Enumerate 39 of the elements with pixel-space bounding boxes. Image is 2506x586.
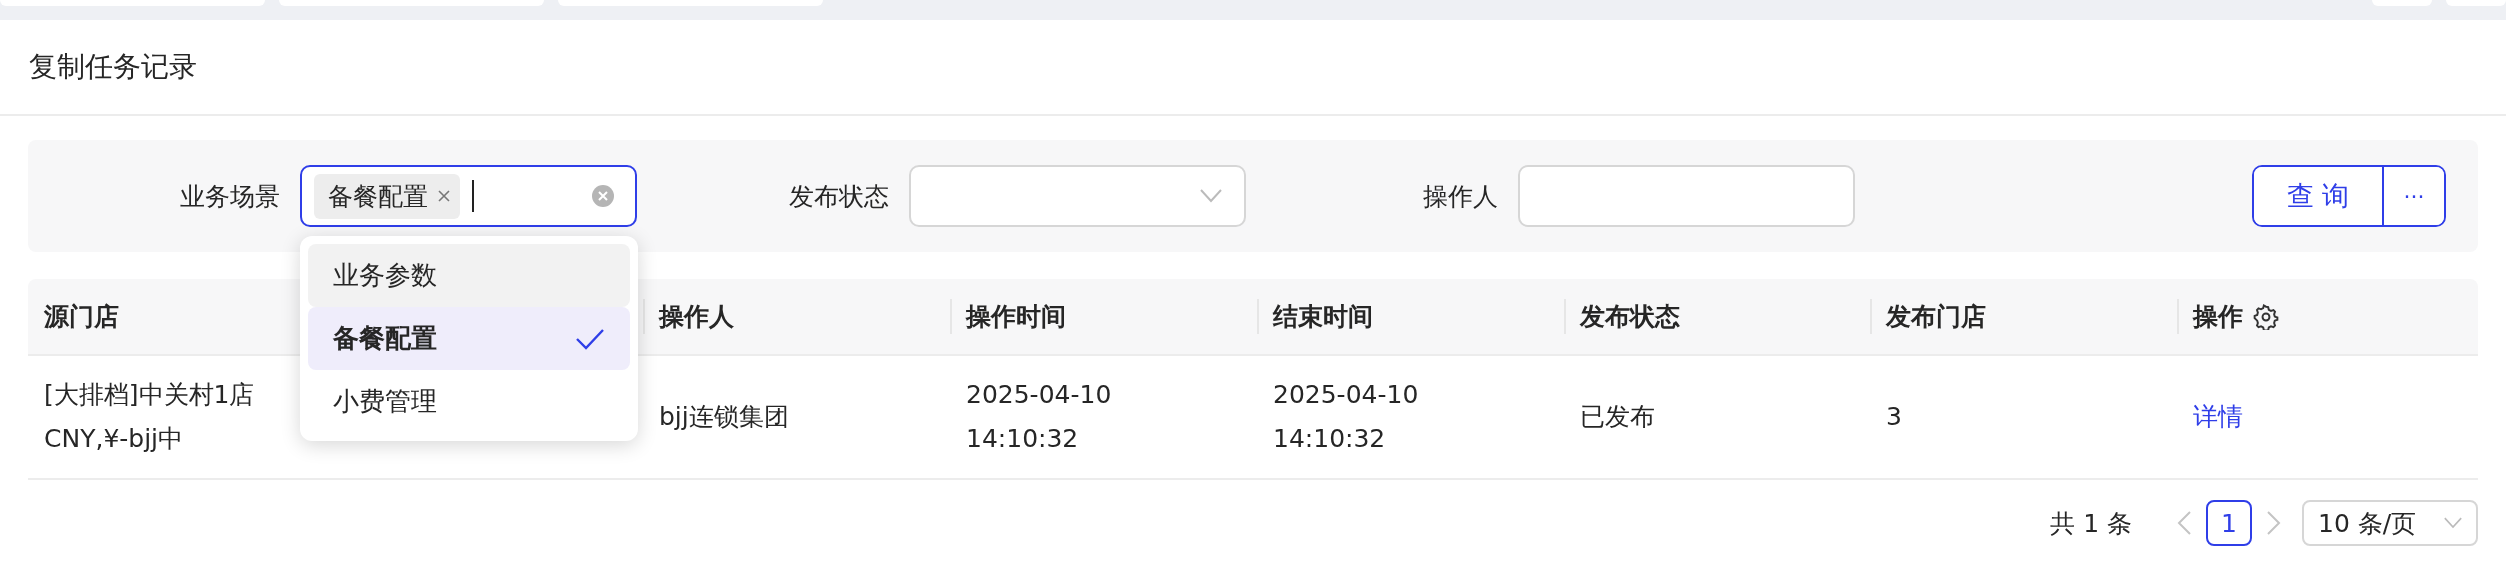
previous-page-icon[interactable] xyxy=(2176,510,2192,536)
filter-label: 业务场景 xyxy=(179,180,281,213)
table-cell-text: 2025-04-10 14:10:32 xyxy=(1273,379,1419,455)
close-icon[interactable] xyxy=(436,188,452,204)
filter-label: 发布状态 xyxy=(788,180,890,213)
dropdown-option[interactable]: 小费管理 xyxy=(308,370,630,433)
table-cell-text: 2025-04-10 14:10:32 xyxy=(966,379,1112,455)
total-count: 共 1 条 xyxy=(2050,507,2132,540)
selected-tag: 备餐配置 xyxy=(314,173,460,219)
chevron-down-icon xyxy=(1200,189,1222,203)
page-title: 复制任务记录 xyxy=(29,49,197,85)
page-button[interactable]: 1 xyxy=(2206,500,2252,546)
table-cell-text: 已发布 xyxy=(1580,401,1655,433)
table-cell-text: [大排档]中关村1店 CNY,¥-bjj中 xyxy=(44,379,255,455)
select-field[interactable] xyxy=(909,165,1246,227)
clear-icon[interactable] xyxy=(591,184,615,208)
query-button[interactable]: 查 询 xyxy=(2254,167,2382,225)
column-header: 发布门店 xyxy=(1886,301,1986,333)
column-header: 结束时间 xyxy=(1273,301,1373,333)
tag-select-field[interactable]: 备餐配置 xyxy=(300,165,637,227)
column-header: 操作 xyxy=(2193,301,2243,333)
column-header: 源门店 xyxy=(44,301,119,333)
more-button[interactable]: ··· xyxy=(2382,167,2444,225)
table-cell-text: 3 xyxy=(1886,401,1902,433)
settings-icon[interactable] xyxy=(2253,303,2279,330)
column-header: 发布状态 xyxy=(1580,301,1680,333)
table-cell-text: bjj连锁集团 xyxy=(659,401,789,433)
column-header: 操作人 xyxy=(659,301,734,333)
filter-label: 操作人 xyxy=(1422,180,1499,213)
input-field[interactable] xyxy=(1518,165,1855,227)
next-page-icon[interactable] xyxy=(2266,510,2282,536)
dropdown-option[interactable]: 备餐配置 xyxy=(308,307,630,370)
column-header: 操作时间 xyxy=(966,301,1066,333)
text-cursor xyxy=(472,180,474,212)
dropdown-option[interactable]: 业务参数 xyxy=(308,244,630,307)
details-link[interactable]: 详情 xyxy=(2193,395,2243,439)
check-icon xyxy=(575,327,605,350)
page-size-select[interactable]: 10 条/页 xyxy=(2302,500,2478,546)
chevron-down-icon xyxy=(2444,517,2462,529)
